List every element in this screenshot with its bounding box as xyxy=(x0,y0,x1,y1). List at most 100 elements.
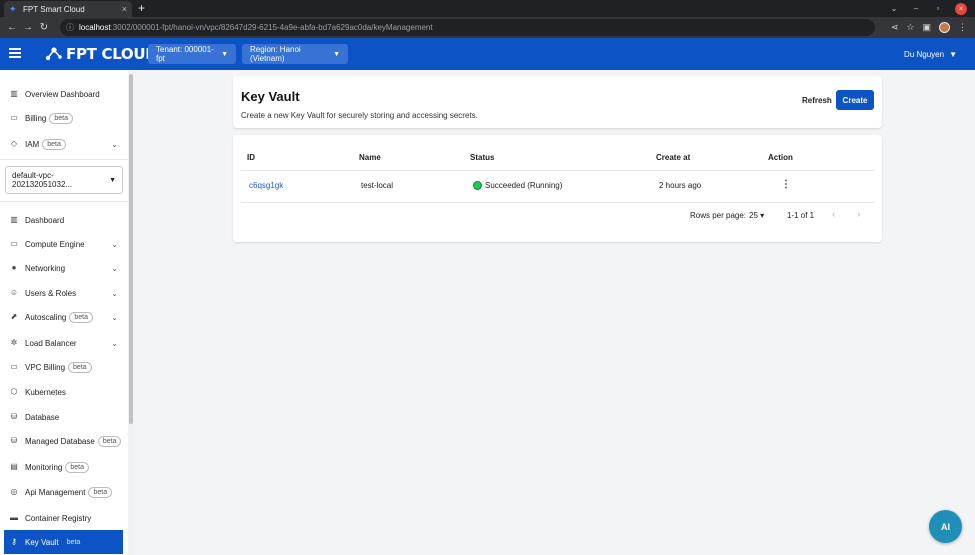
sidebar-item-networking[interactable]: ● Networking ⌄ xyxy=(0,257,128,279)
divider xyxy=(241,202,875,203)
sidebar-item-api-management[interactable]: ◎ Api Management beta xyxy=(0,481,128,503)
fpt-cloud-logo[interactable]: FPT CLOUD xyxy=(45,45,158,63)
url-field[interactable]: ⓘ localhost :3002/000001-fpt/hanoi-vn/vp… xyxy=(60,19,875,36)
restore-icon[interactable]: ▫ xyxy=(927,4,949,13)
chevron-down-icon: ⌄ xyxy=(111,288,118,298)
sidebar-item-label: Overview Dashboard xyxy=(25,89,100,99)
beta-badge: beta xyxy=(42,138,66,150)
star-icon[interactable]: ☆ xyxy=(906,22,914,33)
shield-icon: ◇ xyxy=(10,139,18,148)
tenant-select[interactable]: Tenant: 000001-fpt ▼ xyxy=(148,44,236,64)
user-menu[interactable]: Du Nguyen ▼ xyxy=(904,50,957,59)
more-icon[interactable]: ⋮ xyxy=(958,22,967,33)
sidebar-item-label: Container Registry xyxy=(25,513,92,523)
sidebar-item-dashboard[interactable]: ▥ Dashboard xyxy=(0,209,128,231)
sidebar-item-managed-database[interactable]: ⛁ Managed Database beta xyxy=(0,430,128,452)
sidebar-scrollbar[interactable] xyxy=(128,70,134,555)
window-close-icon[interactable]: × xyxy=(955,2,967,15)
sidebar-item-autoscaling[interactable]: ⬈ Autoscaling beta ⌄ xyxy=(0,306,128,328)
column-header-action: Action xyxy=(768,153,793,162)
chevron-down-icon[interactable]: ⌄ xyxy=(883,4,905,13)
vpc-select[interactable]: default-vpc-202132051032... ▼ xyxy=(5,166,123,194)
sidebar-item-compute-engine[interactable]: ▭ Compute Engine ⌄ xyxy=(0,233,128,255)
key-vault-table-card: ID Name Status Create at Action c6qsg1gk… xyxy=(233,135,882,242)
database-icon: ⛁ xyxy=(10,412,18,421)
create-button[interactable]: Create xyxy=(836,90,874,110)
sidebar-item-load-balancer[interactable]: ✲ Load Balancer ⌄ xyxy=(0,332,128,354)
container-icon: ▬ xyxy=(10,513,18,522)
sidebar-item-label: Key Vault xyxy=(25,537,59,547)
sidebar-item-label: Networking xyxy=(25,263,66,273)
browser-tab[interactable]: ✦ FPT Smart Cloud × xyxy=(4,1,132,17)
column-header-name[interactable]: Name xyxy=(359,153,381,162)
beta-badge: beta xyxy=(65,461,89,473)
caret-down-icon: ▼ xyxy=(949,50,957,59)
url-host: localhost xyxy=(79,23,111,32)
chevron-down-icon: ⌄ xyxy=(111,239,118,249)
column-header-status[interactable]: Status xyxy=(470,153,494,162)
key-icon: ⚷ xyxy=(11,537,17,546)
monitoring-icon: ▤ xyxy=(10,462,18,471)
sidebar-item-label: Compute Engine xyxy=(25,239,85,249)
sidebar-item-container-registry[interactable]: ▬ Container Registry xyxy=(0,507,128,529)
pagination-range: 1-1 of 1 xyxy=(787,211,815,220)
receipt-icon: ▭ xyxy=(10,113,18,122)
ai-label: AI xyxy=(941,521,950,532)
rows-per-page-select[interactable]: 25 ▾ xyxy=(749,211,764,220)
beta-badge: beta xyxy=(97,435,122,447)
caret-down-icon: ▾ xyxy=(760,211,765,220)
profile-avatar[interactable] xyxy=(939,22,950,33)
sidebar-item-monitoring[interactable]: ▤ Monitoring beta xyxy=(0,456,128,478)
browser-actions: ⋖ ☆ ▣ ⋮ xyxy=(891,19,967,36)
tab-close-icon[interactable]: × xyxy=(122,4,127,14)
refresh-button[interactable]: Refresh xyxy=(798,90,836,110)
sidebar-item-iam[interactable]: ◇ IAM beta ⌄ xyxy=(0,133,128,155)
fpt-favicon-icon: ✦ xyxy=(9,3,17,14)
load-balancer-icon: ✲ xyxy=(10,338,18,347)
minimize-icon[interactable]: – xyxy=(905,4,927,13)
window-controls: ⌄ – ▫ × xyxy=(883,0,967,17)
info-icon[interactable]: ⓘ xyxy=(66,22,74,33)
sidebar-item-vpc-billing[interactable]: ▭ VPC Billing beta xyxy=(0,356,128,378)
chevron-down-icon: ⌄ xyxy=(111,312,118,322)
ai-assistant-button[interactable]: AI xyxy=(929,510,962,543)
back-icon[interactable]: ← xyxy=(4,22,20,33)
sidebar-item-kubernetes[interactable]: ⬡ Kubernetes xyxy=(0,381,128,403)
logo-text: FPT CLOUD xyxy=(66,45,158,63)
page-subtitle: Create a new Key Vault for securely stor… xyxy=(241,111,478,120)
previous-page-icon[interactable]: ‹ xyxy=(832,209,835,220)
tab-title: FPT Smart Cloud xyxy=(23,4,85,14)
autoscaling-icon: ⬈ xyxy=(10,312,18,321)
new-tab-button[interactable]: + xyxy=(138,1,145,15)
vpc-selected-value: default-vpc-202132051032... xyxy=(12,171,73,189)
column-header-create-at[interactable]: Create at xyxy=(656,153,690,162)
sidebar-item-key-vault[interactable]: ⚷ Key Vault beta xyxy=(4,530,123,554)
logo-mark-icon xyxy=(45,47,62,61)
receipt-icon: ▭ xyxy=(10,362,18,371)
scrollbar-thumb[interactable] xyxy=(129,74,133,424)
sidebar-item-users-roles[interactable]: ☺ Users & Roles ⌄ xyxy=(0,282,128,304)
divider xyxy=(241,170,875,171)
menu-icon[interactable] xyxy=(9,48,21,60)
api-icon: ◎ xyxy=(10,487,18,496)
sidebar-item-label: Dashboard xyxy=(25,215,65,225)
row-id-link[interactable]: c6qsg1gk xyxy=(249,181,283,190)
browser-address-bar: ← → ↻ ⓘ localhost :3002/000001-fpt/hanoi… xyxy=(0,17,975,38)
sidebar-item-label: Autoscaling xyxy=(25,312,67,322)
column-header-id[interactable]: ID xyxy=(247,153,255,162)
sidebar-item-label: Monitoring xyxy=(25,462,63,472)
sidebar-item-overview-dashboard[interactable]: ▥ Overview Dashboard xyxy=(0,83,128,105)
beta-badge: beta xyxy=(49,112,73,124)
sidebar-item-label: Managed Database xyxy=(25,436,95,446)
sidebar-item-label: Billing xyxy=(25,113,47,123)
sidebar-item-billing[interactable]: ▭ Billing beta xyxy=(0,107,128,129)
reload-icon[interactable]: ↻ xyxy=(36,22,52,33)
region-select[interactable]: Region: Hanoi (Vietnam) ▼ xyxy=(242,44,348,64)
sidebar-item-database[interactable]: ⛁ Database xyxy=(0,406,128,428)
share-icon[interactable]: ⋖ xyxy=(891,22,899,33)
row-actions-menu-icon[interactable]: ⋮ xyxy=(781,179,791,190)
forward-icon[interactable]: → xyxy=(20,22,36,33)
sidepanel-icon[interactable]: ▣ xyxy=(922,22,931,33)
row-status-text: Succeeded (Running) xyxy=(485,181,563,190)
next-page-icon[interactable]: › xyxy=(857,209,860,220)
